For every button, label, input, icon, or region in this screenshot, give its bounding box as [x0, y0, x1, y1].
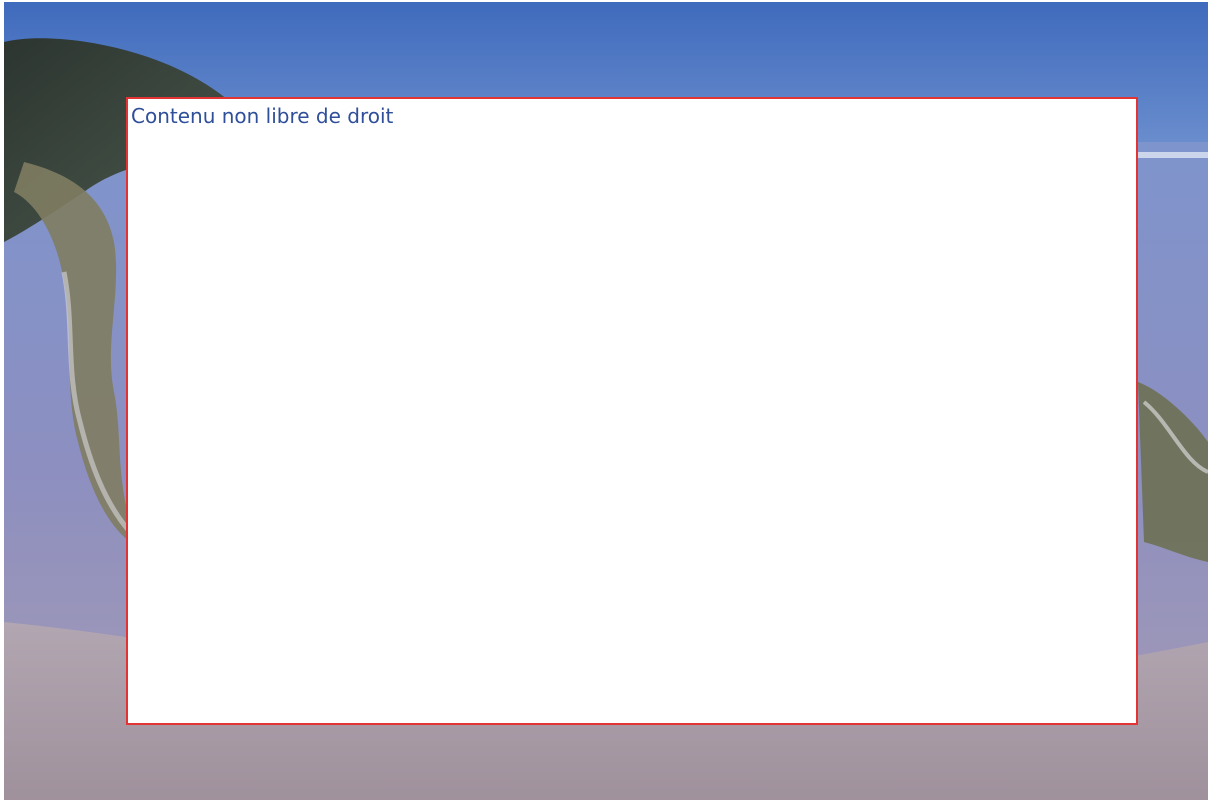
- copyright-notice-label: Contenu non libre de droit: [131, 104, 394, 128]
- horizon-haze: [1138, 152, 1208, 158]
- page: Contenu non libre de droit: [0, 0, 1212, 802]
- placeholder-box: Contenu non libre de droit: [126, 97, 1138, 725]
